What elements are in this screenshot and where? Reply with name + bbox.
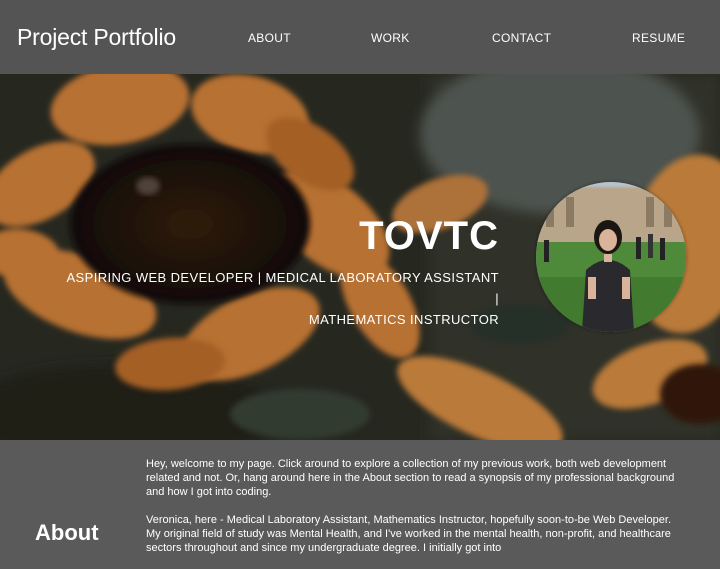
about-heading: About [35, 520, 99, 545]
navbar: Project Portfolio ABOUT WORK CONTACT RES… [0, 0, 720, 74]
about-section: About Hey, welcome to my page. Click aro… [0, 440, 720, 554]
hero-subtitle-line-1: ASPIRING WEB DEVELOPER | MEDICAL LABORAT… [66, 270, 499, 306]
about-text: Hey, welcome to my page. Click around to… [146, 457, 686, 569]
hero-banner: TOVTC ASPIRING WEB DEVELOPER | MEDICAL L… [0, 74, 720, 440]
nav-link-resume[interactable]: RESUME [632, 31, 685, 45]
about-paragraph-2: Veronica, here - Medical Laboratory Assi… [146, 514, 672, 554]
brand-link[interactable]: Project Portfolio [17, 24, 176, 51]
nav-link-contact[interactable]: CONTACT [492, 31, 551, 45]
hero-subtitle-line-2: MATHEMATICS INSTRUCTOR [308, 312, 499, 327]
hero-title: TOVTC [359, 214, 499, 258]
hero-subtitle: ASPIRING WEB DEVELOPER | MEDICAL LABORAT… [59, 267, 499, 330]
nav-link-work[interactable]: WORK [371, 31, 410, 45]
profile-photo [536, 182, 686, 332]
about-paragraph-1: Hey, welcome to my page. Click around to… [146, 458, 675, 498]
nav-link-about[interactable]: ABOUT [248, 31, 291, 45]
